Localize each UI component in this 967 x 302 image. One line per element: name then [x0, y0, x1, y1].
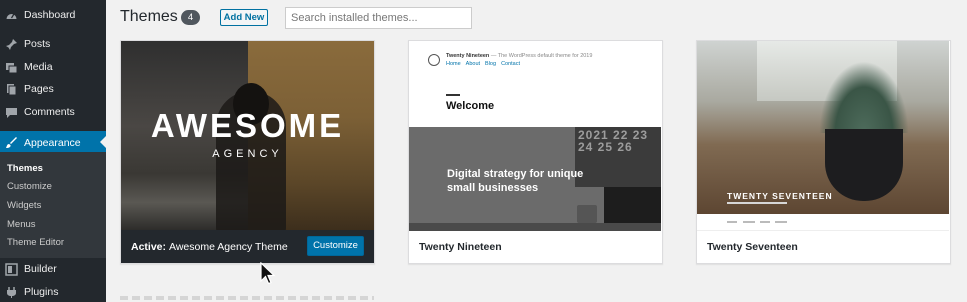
screenshot-title: AWESOME: [150, 107, 345, 144]
sidebar-item-label: Posts: [24, 38, 51, 50]
theme-card-awesome-agency[interactable]: AWESOME AGENCY Active: Awesome Agency Th…: [120, 40, 375, 264]
sidebar-item-appearance[interactable]: Appearance: [0, 131, 106, 154]
sidebar-item-builder[interactable]: Builder: [0, 258, 106, 280]
sidebar-item-label: Dashboard: [24, 9, 76, 21]
theme-card-twenty-seventeen[interactable]: TWENTY SEVENTEEN Twenty Seventeen: [696, 40, 951, 264]
wordpress-logo-icon: [428, 54, 440, 66]
screenshot-nav-item: Contact: [501, 61, 521, 67]
screenshot-nav-item: Blog: [485, 61, 497, 67]
admin-sidebar: Dashboard Posts Media Pages Comments App…: [0, 0, 106, 302]
sidebar-item-label: Builder: [24, 263, 57, 275]
sidebar-item-dashboard[interactable]: Dashboard: [0, 4, 106, 26]
screenshot-subtitle: AGENCY: [212, 148, 283, 160]
sidebar-item-label: Pages: [24, 83, 54, 95]
theme-card-footer: Active: Awesome Agency Theme Customize: [121, 230, 374, 263]
theme-card-twenty-nineteen[interactable]: Twenty Nineteen — The WordPress default …: [408, 40, 663, 264]
page-title: Themes: [120, 8, 178, 25]
screenshot-nav-item: Home: [446, 61, 461, 67]
sidebar-item-label: Comments: [24, 106, 75, 118]
pages-icon: [5, 83, 18, 96]
sidebar-item-media[interactable]: Media: [0, 56, 106, 78]
search-box: [285, 7, 472, 29]
comment-icon: [5, 106, 18, 119]
sidebar-item-plugins[interactable]: Plugins: [0, 281, 106, 302]
screenshot-nav: Home About Blog Contact: [446, 61, 525, 67]
screenshot-calendar: 2021 22 23 24 25 26: [575, 127, 661, 187]
theme-name: Twenty Nineteen: [419, 240, 502, 253]
theme-count-badge: 4: [181, 10, 200, 25]
screenshot-plant-leaves: [819, 61, 909, 133]
theme-name: Awesome Agency Theme: [169, 240, 288, 253]
sidebar-item-label: Media: [24, 61, 53, 73]
sidebar-item-posts[interactable]: Posts: [0, 33, 106, 55]
screenshot-monitor: [604, 187, 661, 223]
add-new-button[interactable]: Add New: [220, 9, 268, 26]
builder-icon: [5, 262, 18, 276]
add-theme-placeholder[interactable]: [120, 296, 374, 300]
media-icon: [5, 61, 18, 74]
submenu-item-theme-editor[interactable]: Theme Editor: [7, 237, 64, 248]
theme-card-footer: Twenty Nineteen: [409, 230, 662, 263]
mouse-cursor-icon: [260, 262, 276, 285]
screenshot-title: TWENTY SEVENTEEN: [727, 191, 833, 201]
submenu-item-widgets[interactable]: Widgets: [7, 200, 41, 211]
submenu-item-themes[interactable]: Themes: [7, 163, 43, 174]
screenshot-site-name: Twenty Nineteen: [446, 53, 490, 59]
sidebar-item-label: Plugins: [24, 286, 59, 298]
active-label: Active:: [131, 240, 167, 253]
theme-screenshot: AWESOME AGENCY: [121, 41, 374, 231]
submenu-item-menus[interactable]: Menus: [7, 219, 36, 230]
theme-name: Twenty Seventeen: [707, 240, 798, 253]
screenshot-heading: Welcome: [446, 100, 495, 112]
sidebar-item-pages[interactable]: Pages: [0, 78, 106, 100]
sidebar-item-label: Appearance: [24, 136, 81, 149]
brush-icon: [5, 136, 18, 149]
search-input[interactable]: [291, 8, 469, 28]
theme-screenshot: Twenty Nineteen — The WordPress default …: [409, 41, 662, 231]
screenshot-plant: [577, 205, 597, 223]
sidebar-item-comments[interactable]: Comments: [0, 101, 106, 123]
screenshot-hero-text: Digital strategy for unique small busine…: [447, 168, 584, 194]
theme-screenshot: TWENTY SEVENTEEN: [697, 41, 950, 231]
screenshot-divider: [446, 94, 460, 96]
screenshot-tagline-line: [727, 202, 787, 204]
screenshot-tagline: — The WordPress default theme for 2019: [490, 53, 593, 59]
customize-button[interactable]: Customize: [307, 236, 364, 256]
screenshot-nav-strip: [697, 214, 949, 231]
dashboard-icon: [5, 9, 18, 22]
screenshot-plant-pot: [825, 129, 903, 201]
screenshot-nav-item: About: [465, 61, 481, 67]
submenu-item-customize[interactable]: Customize: [7, 181, 52, 192]
plug-icon: [5, 286, 18, 299]
pin-icon: [5, 38, 18, 51]
theme-card-footer: Twenty Seventeen: [697, 230, 950, 263]
screenshot-site-title: Twenty Nineteen — The WordPress default …: [446, 53, 592, 59]
appearance-submenu: Themes Customize Widgets Menus Theme Edi…: [0, 152, 106, 258]
